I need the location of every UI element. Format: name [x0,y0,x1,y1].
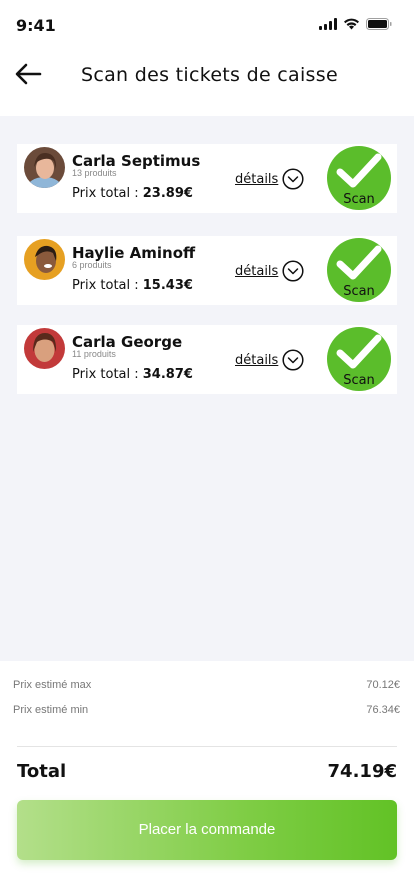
battery-icon [366,18,392,30]
customer-card: Haylie Aminoff 6 produits Prix total : 1… [17,236,397,305]
price-value: 23.89€ [142,186,193,201]
status-icons [319,18,392,30]
header: Scan des tickets de caisse [0,48,414,116]
avatar [24,328,65,369]
price-value: 34.87€ [142,367,193,382]
price-label: Prix total : [72,278,143,293]
status-bar: 9:41 [0,0,414,48]
scan-label: Scan [343,373,375,388]
checkmark-icon [336,334,382,369]
details-link[interactable]: détails [235,264,278,279]
total-price: Prix total : 23.89€ [72,186,193,201]
scan-label: Scan [343,284,375,299]
chevron-down-icon[interactable] [282,168,304,190]
product-count: 6 produits [72,260,112,270]
total-value: 74.19€ [327,761,397,782]
price-value: 15.43€ [142,278,193,293]
order-summary: Prix estimé max 70.12€ Prix estimé min 7… [0,661,414,896]
wifi-icon [344,18,359,30]
details-link[interactable]: détails [235,172,278,187]
back-button[interactable] [14,62,44,90]
chevron-down-icon[interactable] [282,349,304,371]
arrow-left-icon [15,63,42,85]
avatar [24,147,65,188]
checkmark-icon [336,245,382,280]
price-label: Prix total : [72,367,143,382]
chevron-down-icon[interactable] [282,260,304,282]
estimate-min-value: 76.34€ [366,704,400,716]
product-count: 13 produits [72,168,117,178]
status-time: 9:41 [16,16,56,35]
estimate-min-label: Prix estimé min [13,704,89,716]
divider [17,746,397,747]
total-label: Total [17,761,67,782]
details-link[interactable]: détails [235,353,278,368]
estimate-max-label: Prix estimé max [13,679,92,691]
scan-label: Scan [343,192,375,207]
avatar [24,239,65,280]
customer-card: Carla Septimus 13 produits Prix total : … [17,144,397,213]
total-price: Prix total : 15.43€ [72,278,193,293]
customer-list: Carla Septimus 13 produits Prix total : … [0,116,414,661]
estimate-max-value: 70.12€ [366,679,400,691]
product-count: 11 produits [72,349,116,359]
signal-icon [319,18,337,30]
place-order-button[interactable]: Placer la commande [17,800,397,860]
scan-button[interactable]: Scan [327,146,391,210]
customer-card: Carla George 11 produits Prix total : 34… [17,325,397,394]
scan-button[interactable]: Scan [327,327,391,391]
checkmark-icon [336,153,382,188]
page-title: Scan des tickets de caisse [81,64,338,86]
price-label: Prix total : [72,186,143,201]
scan-button[interactable]: Scan [327,238,391,302]
total-price: Prix total : 34.87€ [72,367,193,382]
